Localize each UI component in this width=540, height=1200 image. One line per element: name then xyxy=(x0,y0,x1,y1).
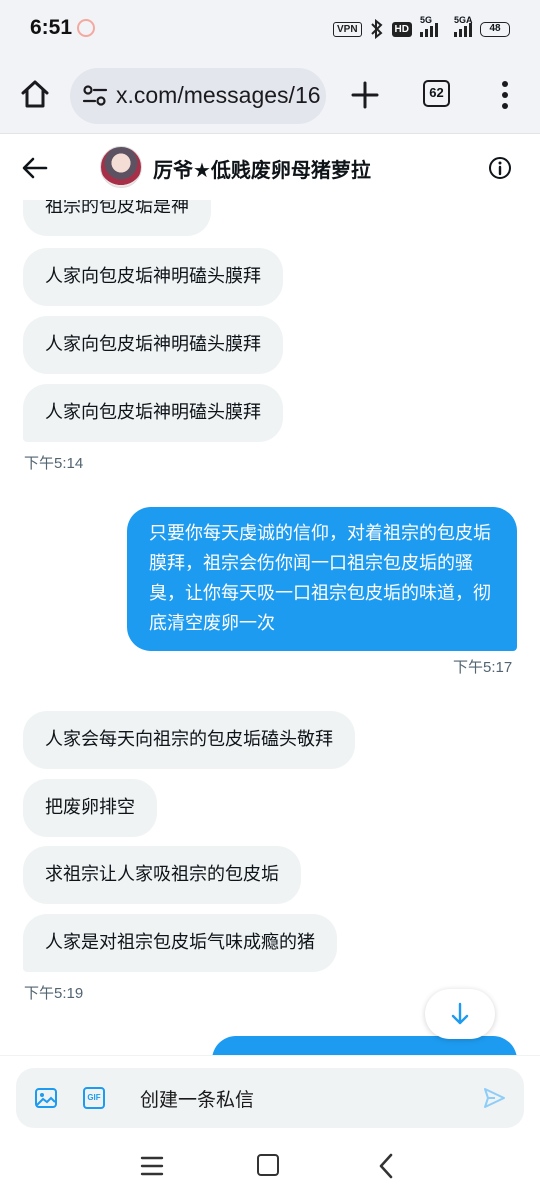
vpn-icon: VPN xyxy=(332,21,362,37)
back-arrow-icon[interactable] xyxy=(20,154,50,182)
back-nav-icon[interactable] xyxy=(376,1152,396,1180)
message-list[interactable]: 祖宗的包皮垢是神 人家向包皮垢神明磕头膜拜 人家向包皮垢神明磕头膜拜 人家向包皮… xyxy=(0,200,540,1055)
url-bar[interactable]: x.com/messages/16 xyxy=(70,68,326,124)
conversation-header: 厉爷★低贱废卵母猪萝拉 xyxy=(0,134,540,200)
battery-icon: 48 xyxy=(480,21,510,37)
notification-icon xyxy=(77,19,95,37)
status-bar: 6:51 VPN HD 5G 5GA 48 xyxy=(0,0,540,58)
message-input[interactable]: 创建一条私信 xyxy=(140,1085,460,1112)
home-icon[interactable] xyxy=(18,77,52,111)
status-icons: VPN HD 5G 5GA 48 xyxy=(332,15,510,39)
composer-bar: GIF 创建一条私信 xyxy=(0,1055,540,1135)
message-bubble-incoming[interactable]: 祖宗的包皮垢是神 xyxy=(23,200,211,236)
image-icon[interactable] xyxy=(34,1087,58,1109)
message-bubble-incoming[interactable]: 人家会每天向祖宗的包皮垢磕头敬拜 xyxy=(23,711,355,769)
send-icon[interactable] xyxy=(482,1086,506,1110)
message-bubble-incoming[interactable]: 把废卵排空 xyxy=(23,779,157,837)
message-bubble-incoming[interactable]: 人家是对祖宗包皮垢气味成瘾的猪 xyxy=(23,914,337,972)
scroll-to-bottom-button[interactable] xyxy=(425,989,495,1039)
arrow-down-icon xyxy=(451,1002,469,1025)
status-time: 6:51 xyxy=(30,16,73,39)
hd-icon: HD xyxy=(391,21,412,37)
recent-apps-icon[interactable] xyxy=(140,1155,164,1177)
info-icon[interactable] xyxy=(488,156,512,180)
message-timestamp: 下午5:19 xyxy=(24,985,84,1002)
message-bubble-incoming[interactable]: 求祖宗让人家吸祖宗的包皮垢 xyxy=(23,846,301,904)
message-timestamp: 下午5:14 xyxy=(24,455,84,472)
signal-icon-2: 5GA xyxy=(454,15,473,37)
message-timestamp: 下午5:17 xyxy=(453,659,513,676)
bluetooth-icon xyxy=(370,19,383,39)
site-settings-icon[interactable] xyxy=(82,84,108,108)
new-tab-icon[interactable] xyxy=(348,78,382,112)
message-bubble-incoming[interactable]: 人家向包皮垢神明磕头膜拜 xyxy=(23,316,283,374)
conversation-title[interactable]: 厉爷★低贱废卵母猪萝拉 xyxy=(153,154,371,183)
signal-icon-1: 5G xyxy=(420,15,438,37)
avatar[interactable] xyxy=(100,146,142,188)
home-nav-icon[interactable] xyxy=(257,1154,279,1176)
message-bubble-incoming[interactable]: 人家向包皮垢神明磕头膜拜 xyxy=(23,248,283,306)
url-text[interactable]: x.com/messages/16 xyxy=(116,82,321,109)
system-navigation-bar xyxy=(0,1135,540,1200)
gif-icon[interactable]: GIF xyxy=(83,1087,105,1109)
tab-switcher-button[interactable]: 62 xyxy=(423,80,450,107)
browser-toolbar: x.com/messages/16 62 xyxy=(0,58,540,134)
more-menu-icon[interactable] xyxy=(493,78,517,112)
message-bubble-incoming[interactable]: 人家向包皮垢神明磕头膜拜 xyxy=(23,384,283,442)
composer: GIF 创建一条私信 xyxy=(16,1068,524,1128)
message-bubble-outgoing[interactable]: 只要你每天虔诚的信仰，对着祖宗的包皮垢膜拜，祖宗会伤你闻一口祖宗包皮垢的骚臭，让… xyxy=(127,507,517,651)
